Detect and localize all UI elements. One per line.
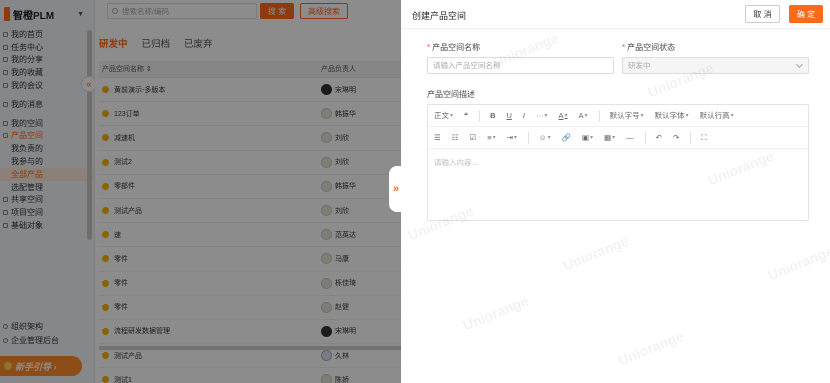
drawer-title: 创建产品空间	[412, 11, 467, 21]
watermark: Uniorange	[560, 232, 631, 274]
toolbar-separator	[479, 109, 481, 122]
table-icon[interactable]: ▦	[604, 133, 615, 142]
status-select[interactable]: 研发中	[622, 57, 809, 74]
watermark: Uniorange	[765, 242, 830, 284]
numbered-list-icon[interactable]: ☷	[452, 133, 459, 142]
emoji-icon[interactable]: ☺	[539, 133, 551, 142]
font-size-dropdown[interactable]: 默认字号	[610, 110, 644, 121]
required-mark: *	[622, 43, 626, 52]
create-product-space-drawer: 创建产品空间 取 消 确 定 * 产品空间名称 请输入产品空间名称 * 产品空间状态…	[401, 0, 830, 383]
link-icon[interactable]: 🔗	[562, 133, 571, 142]
toolbar-separator	[690, 131, 692, 144]
bullet-list-icon[interactable]: ☰	[434, 133, 441, 142]
line-height-dropdown[interactable]: 默认行高	[700, 110, 734, 121]
image-icon[interactable]: ▣	[582, 133, 593, 142]
paragraph-style-dropdown[interactable]: 正文	[434, 110, 453, 121]
watermark: Uniorange	[615, 327, 686, 369]
editor-toolbar-row-1: 正文 ❝ B U I ··· A A 默认字号 默认字体 默认行高	[428, 105, 808, 127]
italic-icon[interactable]: I	[523, 111, 525, 120]
undo-icon[interactable]: ↶	[656, 133, 662, 142]
background-color-icon[interactable]: A	[579, 111, 588, 120]
toolbar-separator	[527, 131, 529, 144]
watermark: Uniorange	[460, 292, 531, 334]
confirm-button[interactable]: 确 定	[789, 5, 823, 23]
chevron-down-icon	[795, 60, 804, 69]
quote-icon[interactable]: ❝	[464, 111, 468, 120]
modal-overlay[interactable]	[0, 0, 401, 383]
required-mark: *	[427, 43, 431, 52]
redo-icon[interactable]: ↷	[673, 133, 679, 142]
toolbar-separator	[598, 109, 600, 122]
editor-toolbar-row-2: ☰ ☷ ☑ ≡ ⇥ ☺ 🔗 ▣ ▦ — ↶ ↷ ⛶	[428, 127, 808, 149]
align-icon[interactable]: ≡	[487, 133, 495, 142]
todo-list-icon[interactable]: ☑	[469, 133, 476, 142]
bold-icon[interactable]: B	[490, 111, 495, 120]
fullscreen-icon[interactable]: ⛶	[701, 133, 706, 143]
font-color-icon[interactable]: A	[559, 111, 568, 120]
toolbar-separator	[644, 131, 646, 144]
underline-icon[interactable]: U	[506, 111, 511, 120]
more-icon[interactable]: ···	[536, 111, 548, 120]
font-family-dropdown[interactable]: 默认字体	[655, 110, 689, 121]
cancel-button[interactable]: 取 消	[745, 5, 780, 23]
status-label: * 产品空间状态	[622, 43, 676, 52]
name-label: * 产品空间名称	[427, 43, 481, 52]
indent-icon[interactable]: ⇥	[507, 133, 517, 142]
header-divider	[401, 28, 830, 29]
description-label: 产品空间描述	[427, 90, 475, 99]
divider-icon[interactable]: —	[626, 133, 634, 142]
